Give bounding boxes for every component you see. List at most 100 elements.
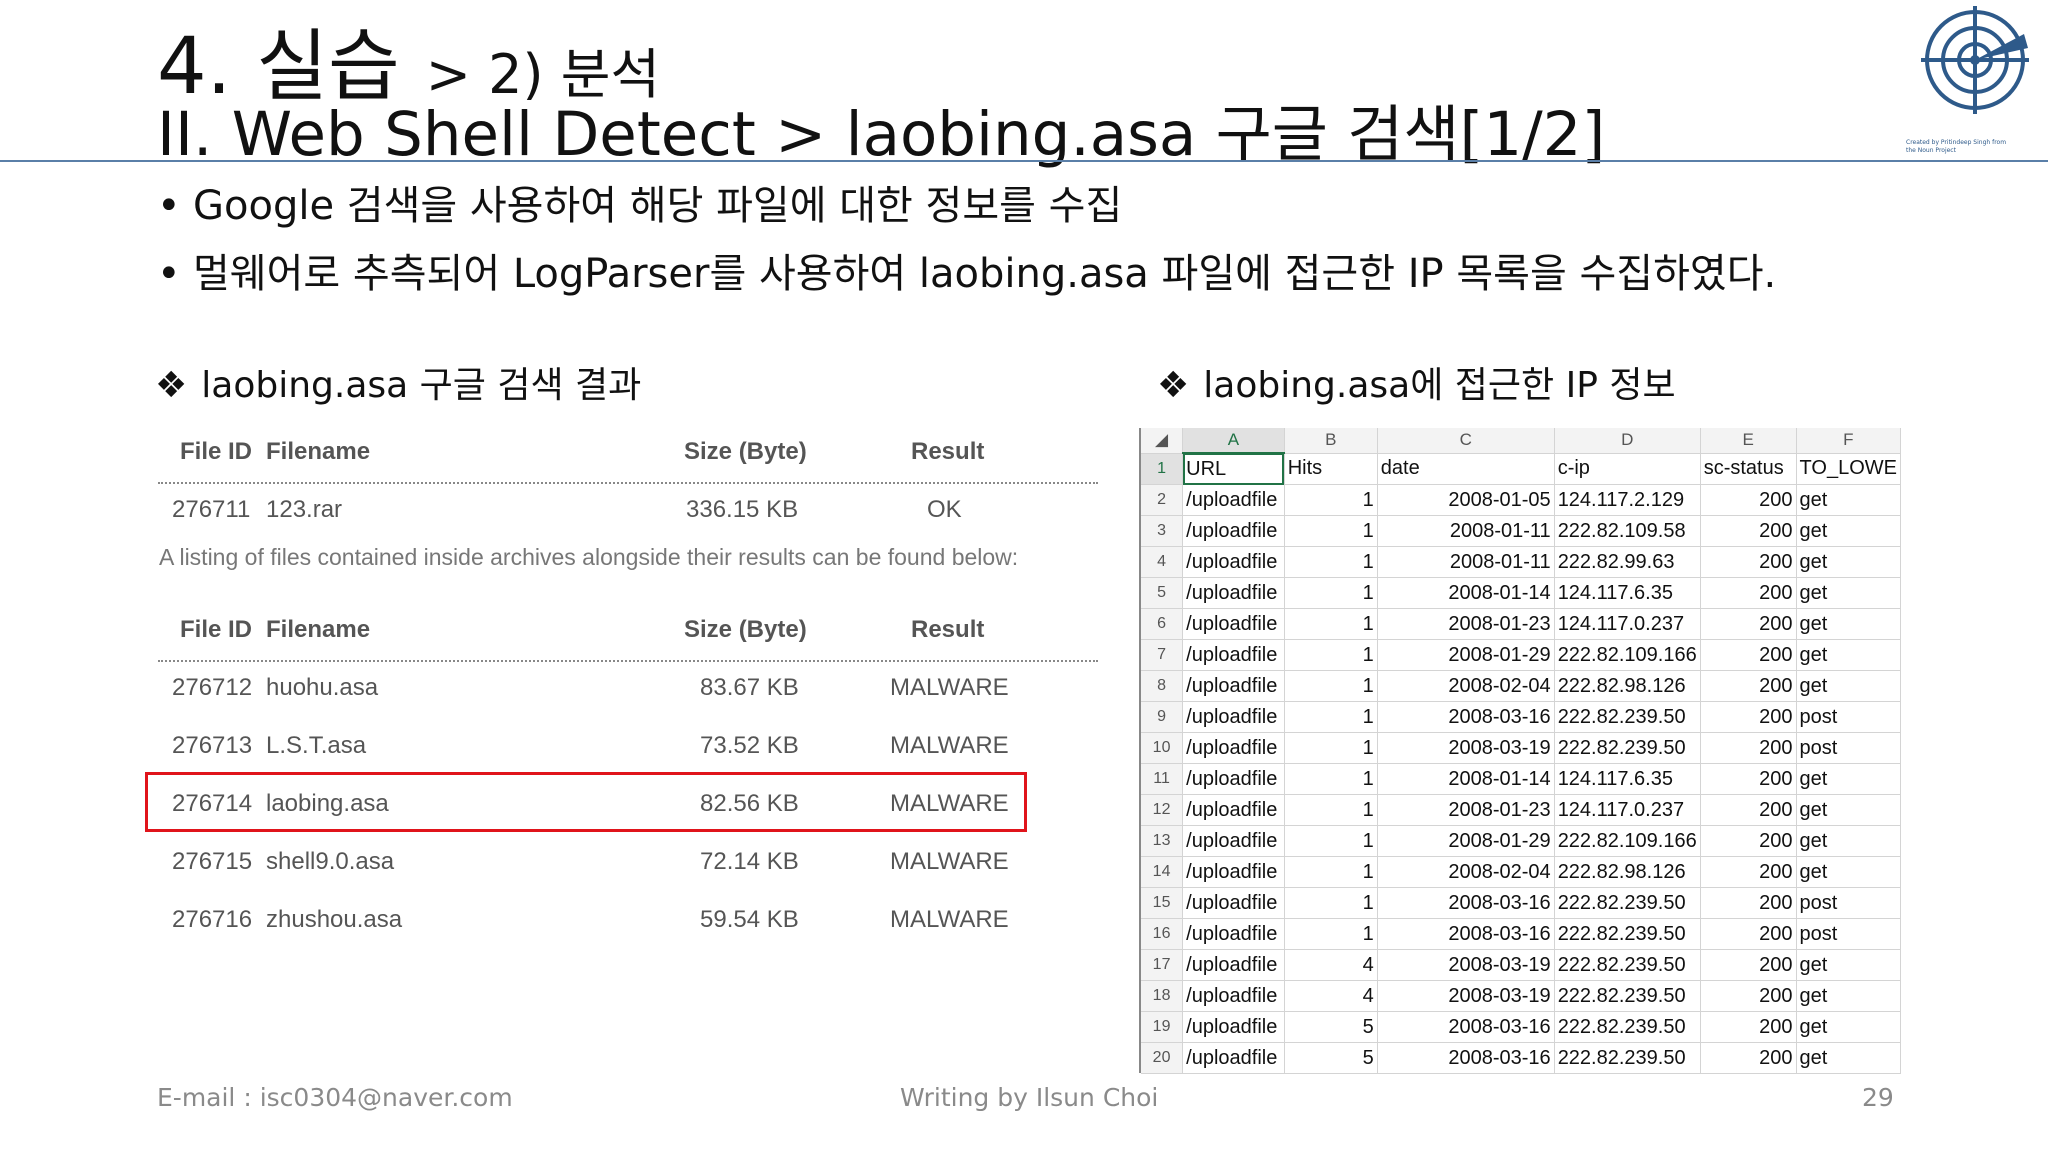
cell-ip[interactable]: 124.117.6.35 [1554, 763, 1701, 795]
cell-hits[interactable]: 1 [1284, 856, 1378, 888]
cell-hits[interactable]: 1 [1284, 887, 1378, 919]
column-header-f[interactable]: F [1796, 428, 1902, 454]
cell-date[interactable]: 2008-01-14 [1377, 763, 1555, 795]
column-header-b[interactable]: B [1284, 428, 1378, 454]
cell-url[interactable]: /uploadfile [1182, 732, 1285, 764]
cell-hits[interactable]: 1 [1284, 918, 1378, 950]
cell-status[interactable]: 200 [1700, 856, 1797, 888]
select-all-corner[interactable]: ◢ [1141, 428, 1184, 454]
cell-ip[interactable]: 124.117.2.129 [1554, 484, 1701, 516]
cell-hits[interactable]: 1 [1284, 794, 1378, 826]
row-number[interactable]: 7 [1141, 639, 1184, 671]
row-number[interactable]: 11 [1141, 763, 1184, 795]
cell-method[interactable]: post [1796, 887, 1902, 919]
cell-method[interactable]: get [1796, 980, 1902, 1012]
cell-url[interactable]: /uploadfile [1182, 980, 1285, 1012]
cell-ip[interactable]: 222.82.98.126 [1554, 856, 1701, 888]
cell-ip[interactable]: 222.82.239.50 [1554, 1042, 1701, 1074]
cell-ip[interactable]: 222.82.239.50 [1554, 949, 1701, 981]
cell-hits[interactable]: 1 [1284, 670, 1378, 702]
cell-date[interactable]: 2008-03-19 [1377, 949, 1555, 981]
cell-method[interactable]: get [1796, 670, 1902, 702]
cell-method[interactable]: get [1796, 949, 1902, 981]
cell-ip[interactable]: 222.82.109.58 [1554, 515, 1701, 547]
cell-method[interactable]: get [1796, 484, 1902, 516]
cell-hits[interactable]: 1 [1284, 639, 1378, 671]
cell-method[interactable]: post [1796, 732, 1902, 764]
cell-date[interactable]: 2008-01-23 [1377, 608, 1555, 640]
cell-hits-header[interactable]: Hits [1284, 453, 1378, 485]
cell-ip[interactable]: 222.82.239.50 [1554, 732, 1701, 764]
row-number[interactable]: 3 [1141, 515, 1184, 547]
cell-url[interactable]: /uploadfile [1182, 577, 1285, 609]
row-number[interactable]: 6 [1141, 608, 1184, 640]
cell-ip[interactable]: 222.82.109.166 [1554, 825, 1701, 857]
cell-ip[interactable]: 222.82.99.63 [1554, 546, 1701, 578]
cell-status[interactable]: 200 [1700, 918, 1797, 950]
cell-url[interactable]: /uploadfile [1182, 701, 1285, 733]
cell-method[interactable]: get [1796, 1011, 1902, 1043]
cell-hits[interactable]: 1 [1284, 701, 1378, 733]
cell-url[interactable]: /uploadfile [1182, 484, 1285, 516]
cell-date[interactable]: 2008-01-11 [1377, 515, 1555, 547]
cell-date[interactable]: 2008-01-29 [1377, 825, 1555, 857]
cell-method[interactable]: get [1796, 546, 1902, 578]
cell-ip[interactable]: 222.82.239.50 [1554, 1011, 1701, 1043]
cell-method[interactable]: get [1796, 794, 1902, 826]
cell-method[interactable]: get [1796, 577, 1902, 609]
cell-date[interactable]: 2008-03-19 [1377, 980, 1555, 1012]
cell-status[interactable]: 200 [1700, 701, 1797, 733]
cell-date[interactable]: 2008-01-05 [1377, 484, 1555, 516]
cell-url[interactable]: /uploadfile [1182, 1011, 1285, 1043]
column-header-e[interactable]: E [1700, 428, 1797, 454]
cell-hits[interactable]: 1 [1284, 577, 1378, 609]
cell-date[interactable]: 2008-03-16 [1377, 887, 1555, 919]
cell-ip[interactable]: 124.117.6.35 [1554, 577, 1701, 609]
column-header-a[interactable]: A [1182, 428, 1285, 454]
cell-status[interactable]: 200 [1700, 670, 1797, 702]
cell-hits[interactable]: 1 [1284, 825, 1378, 857]
cell-url[interactable]: /uploadfile [1182, 515, 1285, 547]
cell-method[interactable]: get [1796, 1042, 1902, 1074]
cell-method[interactable]: post [1796, 701, 1902, 733]
cell-date[interactable]: 2008-01-23 [1377, 794, 1555, 826]
column-header-c[interactable]: C [1377, 428, 1555, 454]
row-number[interactable]: 2 [1141, 484, 1184, 516]
cell-status[interactable]: 200 [1700, 980, 1797, 1012]
cell-status[interactable]: 200 [1700, 484, 1797, 516]
row-number[interactable]: 18 [1141, 980, 1184, 1012]
cell-ip[interactable]: 124.117.0.237 [1554, 608, 1701, 640]
cell-status[interactable]: 200 [1700, 887, 1797, 919]
cell-method[interactable]: get [1796, 856, 1902, 888]
cell-status-header[interactable]: sc-status [1700, 453, 1797, 485]
row-number[interactable]: 9 [1141, 701, 1184, 733]
cell-status[interactable]: 200 [1700, 794, 1797, 826]
cell-url[interactable]: /uploadfile [1182, 794, 1285, 826]
cell-url[interactable]: /uploadfile [1182, 887, 1285, 919]
cell-status[interactable]: 200 [1700, 608, 1797, 640]
cell-ip[interactable]: 222.82.98.126 [1554, 670, 1701, 702]
cell-date[interactable]: 2008-01-29 [1377, 639, 1555, 671]
cell-date-header[interactable]: date [1377, 453, 1555, 485]
cell-date[interactable]: 2008-03-16 [1377, 701, 1555, 733]
cell-url[interactable]: /uploadfile [1182, 856, 1285, 888]
cell-hits[interactable]: 1 [1284, 515, 1378, 547]
cell-hits[interactable]: 4 [1284, 980, 1378, 1012]
cell-ip[interactable]: 222.82.239.50 [1554, 887, 1701, 919]
cell-status[interactable]: 200 [1700, 639, 1797, 671]
cell-status[interactable]: 200 [1700, 825, 1797, 857]
cell-url[interactable]: /uploadfile [1182, 608, 1285, 640]
cell-status[interactable]: 200 [1700, 515, 1797, 547]
row-number[interactable]: 19 [1141, 1011, 1184, 1043]
cell-method[interactable]: get [1796, 608, 1902, 640]
cell-hits[interactable]: 1 [1284, 608, 1378, 640]
cell-method[interactable]: get [1796, 763, 1902, 795]
row-number[interactable]: 15 [1141, 887, 1184, 919]
cell-date[interactable]: 2008-03-19 [1377, 732, 1555, 764]
cell-ip-header[interactable]: c-ip [1554, 453, 1701, 485]
cell-status[interactable]: 200 [1700, 546, 1797, 578]
cell-status[interactable]: 200 [1700, 577, 1797, 609]
cell-hits[interactable]: 1 [1284, 484, 1378, 516]
cell-hits[interactable]: 1 [1284, 732, 1378, 764]
cell-date[interactable]: 2008-03-16 [1377, 1011, 1555, 1043]
